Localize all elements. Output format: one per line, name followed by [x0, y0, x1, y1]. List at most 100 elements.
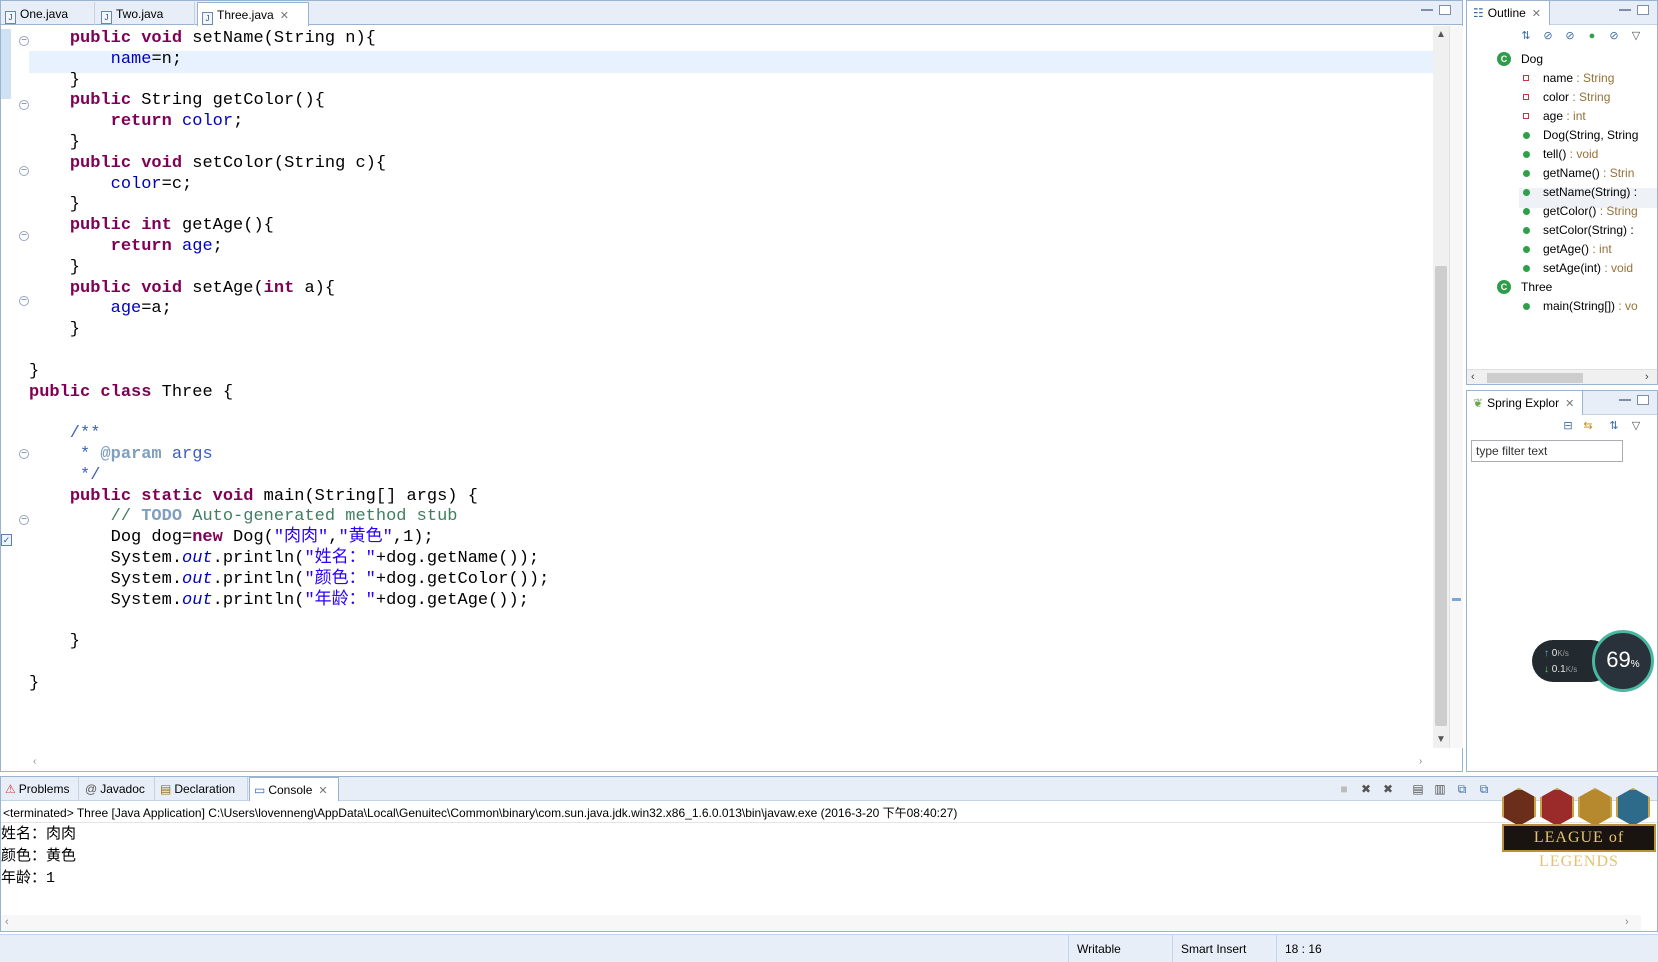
sort-icon[interactable]: ⇅ [1607, 419, 1621, 433]
hide-local-types-icon[interactable]: ⊘ [1607, 29, 1621, 43]
editor-horizontal-scrollbar[interactable]: ‹ › [29, 756, 1433, 770]
code-line[interactable]: Dog dog=new Dog("肉肉","黄色",1); [29, 527, 434, 549]
scroll-down-icon[interactable]: ▼ [1436, 734, 1446, 745]
close-icon[interactable]: ✕ [318, 785, 327, 797]
remove-all-launches-icon[interactable]: ✖ [1381, 782, 1395, 796]
scroll-thumb[interactable] [1435, 266, 1447, 726]
outline-item[interactable]: setName(String) : [1523, 182, 1637, 202]
tab-javadoc[interactable]: @ Javadoc [81, 777, 155, 801]
overview-marker[interactable] [1452, 598, 1461, 601]
overview-ruler[interactable] [1449, 26, 1463, 748]
code-line[interactable]: } [29, 631, 80, 653]
hide-fields-icon[interactable]: ⊘ [1541, 29, 1555, 43]
code-line[interactable]: } [29, 194, 80, 216]
outline-item[interactable]: getName() : Strin [1523, 163, 1634, 183]
outline-item[interactable]: C Three [1497, 277, 1552, 297]
tab-three-java[interactable]: J Three.java ✕ [197, 2, 309, 26]
word-wrap-icon[interactable]: ⧉ [1455, 782, 1469, 796]
code-line[interactable]: System.out.println("年龄："+dog.getAge()); [29, 590, 529, 612]
network-speed-widget[interactable]: ↑ 0K/s ↓ 0.1K/s 69% [1532, 630, 1656, 694]
collapse-all-icon[interactable]: ⊟ [1561, 419, 1575, 433]
scroll-thumb[interactable] [1487, 373, 1583, 383]
scroll-left-icon[interactable]: ‹ [33, 756, 36, 767]
editor-vertical-scrollbar[interactable]: ▲ ▼ [1433, 26, 1449, 748]
code-line[interactable]: System.out.println("姓名："+dog.getName()); [29, 548, 540, 570]
maximize-button[interactable] [1637, 5, 1649, 15]
code-line[interactable]: public void setColor(String c){ [29, 153, 386, 175]
code-line[interactable]: } [29, 70, 80, 92]
outline-item[interactable]: setAge(int) : void [1523, 258, 1633, 278]
sort-icon[interactable]: ⇅ [1519, 29, 1533, 43]
code-line[interactable]: } [29, 319, 80, 341]
filter-input[interactable] [1471, 440, 1623, 462]
outline-item[interactable]: color : String [1523, 87, 1610, 107]
code-line[interactable]: public String getColor(){ [29, 90, 325, 112]
outline-item[interactable]: name : String [1523, 68, 1614, 88]
code-line[interactable]: System.out.println("颜色："+dog.getColor())… [29, 569, 550, 591]
code-area[interactable]: public void setName(String n){ name=n; }… [29, 26, 1433, 748]
code-line[interactable]: } [29, 361, 39, 383]
tab-problems[interactable]: ⚠ Problems [1, 777, 79, 801]
minimize-button[interactable] [1619, 398, 1631, 401]
code-line[interactable]: // TODO Auto-generated method stub [29, 506, 458, 528]
minimize-button[interactable] [1421, 8, 1433, 11]
link-with-editor-icon[interactable]: ⇆ [1581, 419, 1595, 433]
outline-item[interactable]: main(String[]) : vo [1523, 296, 1638, 316]
fold-icon[interactable]: − [19, 449, 29, 459]
fold-icon[interactable]: − [19, 296, 29, 306]
outline-item[interactable]: setColor(String) : [1523, 220, 1634, 240]
view-menu-icon[interactable]: ▽ [1629, 29, 1643, 43]
scroll-left-icon[interactable]: ‹ [1471, 371, 1475, 383]
league-of-legends-badge[interactable]: LEAGUE of LEGENDS [1502, 788, 1658, 870]
outline-item[interactable]: Dog(String, String [1523, 125, 1638, 145]
code-line[interactable]: public static void main(String[] args) { [29, 486, 478, 508]
scroll-left-icon[interactable]: ‹ [5, 916, 9, 928]
outline-item[interactable]: age : int [1523, 106, 1586, 126]
outline-item[interactable]: C Dog [1497, 49, 1543, 69]
minimize-button[interactable] [1619, 8, 1631, 11]
tab-two-java[interactable]: J Two.java [97, 2, 195, 25]
tab-spring-explorer[interactable]: ❦ Spring Explor ✕ [1467, 391, 1584, 415]
code-line[interactable]: color=c; [29, 174, 193, 196]
show-on-output-icon[interactable]: ⧉ [1477, 782, 1491, 796]
scroll-lock-icon[interactable]: ▥ [1433, 782, 1447, 796]
maximize-button[interactable] [1439, 5, 1451, 15]
hide-static-icon[interactable]: ⊘ [1563, 29, 1577, 43]
hide-nonpublic-icon[interactable]: ● [1585, 29, 1599, 43]
code-line[interactable]: /** [29, 423, 101, 445]
scroll-right-icon[interactable]: › [1625, 916, 1629, 928]
code-line[interactable]: public void setAge(int a){ [29, 278, 335, 300]
tab-outline[interactable]: ☷ Outline ✕ [1467, 1, 1551, 25]
tab-one-java[interactable]: J One.java [1, 2, 95, 25]
close-icon[interactable]: ✕ [1565, 398, 1574, 410]
scroll-right-icon[interactable]: › [1645, 371, 1649, 383]
close-icon[interactable]: ✕ [280, 10, 289, 22]
maximize-button[interactable] [1637, 395, 1649, 405]
code-line[interactable]: * @param args [29, 444, 213, 466]
code-line[interactable]: name=n; [29, 49, 182, 71]
fold-icon[interactable]: − [19, 36, 29, 46]
tab-declaration[interactable]: ▤ Declaration [156, 777, 248, 801]
code-line[interactable]: } [29, 132, 80, 154]
code-line[interactable]: return age; [29, 236, 223, 258]
code-line[interactable]: public class Three { [29, 382, 233, 404]
outline-item[interactable]: tell() : void [1523, 144, 1598, 164]
close-icon[interactable]: ✕ [1532, 8, 1541, 20]
scroll-right-icon[interactable]: › [1419, 756, 1422, 767]
tab-console[interactable]: ▭ Console ✕ [249, 777, 339, 801]
fold-icon[interactable]: − [19, 100, 29, 110]
code-line[interactable]: return color; [29, 111, 244, 133]
outline-horizontal-scrollbar[interactable]: ‹ › [1467, 369, 1657, 384]
scroll-up-icon[interactable]: ▲ [1436, 29, 1446, 40]
code-line[interactable]: } [29, 673, 39, 695]
outline-item[interactable]: getColor() : String [1523, 201, 1638, 221]
code-line[interactable]: age=a; [29, 298, 172, 320]
code-line[interactable]: public int getAge(){ [29, 215, 274, 237]
console-horizontal-scrollbar[interactable]: ‹ › [1, 915, 1641, 931]
view-menu-icon[interactable]: ▽ [1629, 419, 1643, 433]
clear-console-icon[interactable]: ▤ [1411, 782, 1425, 796]
code-line[interactable]: public void setName(String n){ [29, 28, 376, 50]
code-line[interactable]: */ [29, 465, 100, 487]
fold-icon[interactable]: − [19, 515, 29, 525]
fold-icon[interactable]: − [19, 231, 29, 241]
